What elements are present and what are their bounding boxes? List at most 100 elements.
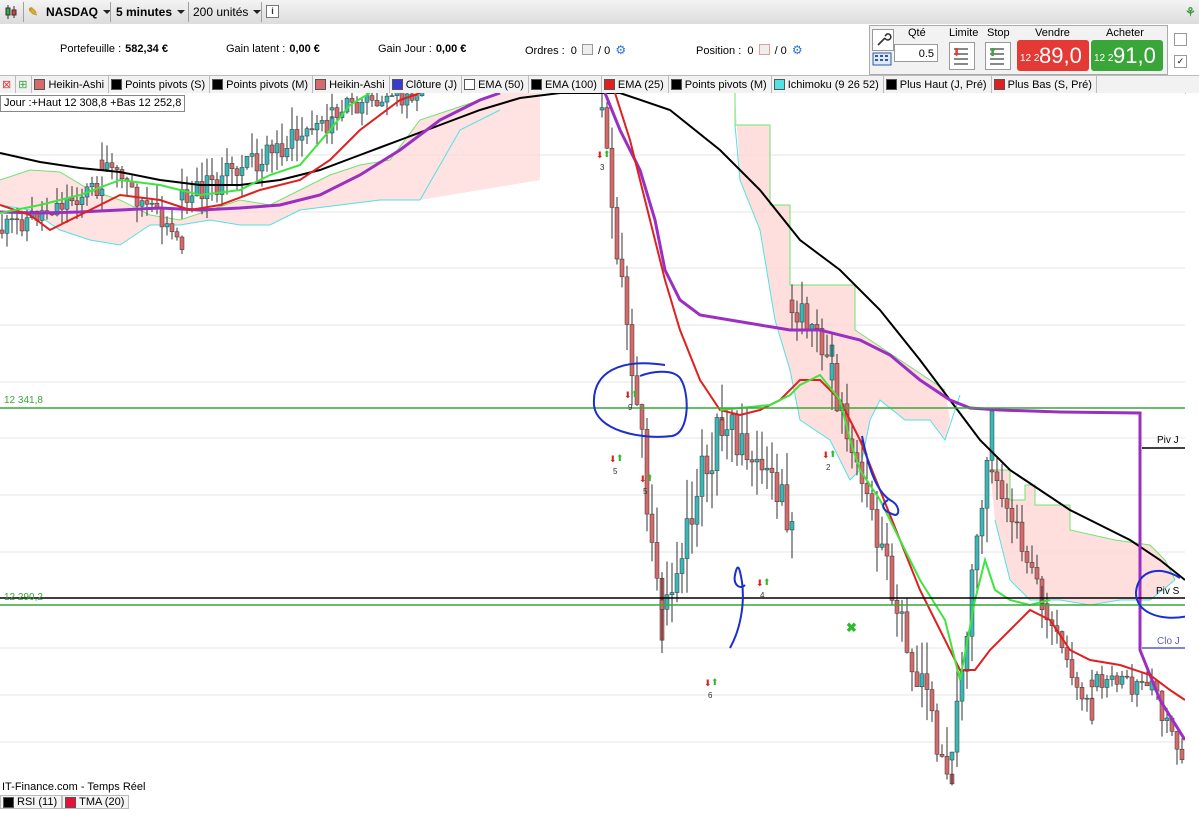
candle-body [404,93,410,106]
info-button[interactable]: i [266,2,279,21]
candle-body [984,460,990,509]
candle-body [319,120,325,124]
rsi-panel[interactable] [0,810,1199,829]
close-panel-button[interactable]: ⊠ [0,76,17,93]
cancel-orders-icon[interactable] [581,44,593,55]
keypad-icon[interactable] [872,51,892,67]
gear-icon[interactable]: ⚙ [615,43,626,57]
candle-body [244,156,250,168]
day-info-box: Jour :+Haut 12 308,8 +Bas 12 252,8 [0,95,186,112]
candles [0,93,1185,786]
stop-order-button[interactable]: ⬆ [985,42,1011,70]
candle-body [669,592,675,595]
indicator-tab[interactable]: Heikin-Ashi [32,76,110,93]
candle-body [689,518,695,525]
candle-body [784,484,790,531]
candle-body [384,95,390,103]
instrument-select[interactable]: NASDAQ [46,2,112,21]
candle-body [354,102,360,114]
candlestick-icon[interactable] [4,2,18,21]
candle-body [1094,674,1100,688]
option-checkbox-1[interactable] [1174,33,1187,46]
candle-body [829,363,835,381]
candle-body [974,535,980,571]
candle-body [189,195,195,203]
lower-indicator-tab[interactable]: TMA (20) [62,795,130,809]
indicator-tab[interactable]: Points pivots (M) [669,76,772,93]
candle-body [1109,675,1115,680]
indicator-tab[interactable]: Heikin-Ashi [313,76,390,93]
add-indicator-button[interactable]: ⊞ [16,76,33,93]
indicator-tab[interactable]: EMA (100) [529,76,602,93]
price-axis[interactable] [1186,93,1199,793]
buy-signal-icon: ⬆ [603,149,611,159]
candle-body [654,542,660,579]
candle-body [279,143,285,158]
indicator-tab[interactable]: Points pivots (S) [109,76,211,93]
buy-button[interactable]: 12 2 91,0 [1091,40,1163,71]
buy-price-big: 91,0 [1113,43,1156,68]
candle-body [1004,498,1010,509]
limit-order-button[interactable]: ⬇ [949,42,975,70]
candle-body [349,98,355,103]
buy-signal-icon: ⬆ [829,449,837,459]
candle-body [99,188,105,196]
signal-number: 5 [613,467,618,476]
candle-body [889,555,895,601]
sell-button[interactable]: 12 2 89,0 [1017,40,1089,71]
portfolio-stat: Portefeuille :582,34 € [60,43,168,55]
candle-body [104,162,110,170]
wrench-icon[interactable] [872,29,894,51]
price-label-1: 12 341,8 [4,395,43,406]
arrow-down-icon: ⬇ [952,47,962,59]
indicator-tab[interactable]: Plus Haut (J, Pré) [884,76,992,93]
units-select[interactable]: 200 unités [193,2,262,21]
candle-body [804,303,810,331]
indicator-tab[interactable]: EMA (25) [602,76,669,93]
detach-icon[interactable]: ⚘ [1185,2,1196,21]
candle-body [834,363,840,412]
indicator-tab[interactable]: Ichimoku (9 26 52) [772,76,884,93]
candle-body [619,258,625,278]
indicator-color-swatch [111,79,123,90]
candle-body [1119,675,1125,685]
candle-body [0,229,5,234]
candle-body [734,414,740,456]
price-chart[interactable]: ✖ ⬇ ⬆ 3 ⬇ ⬆ 9 ⬇ ⬆ 5 ⬇ ⬆ 5 ⬇ ⬆ 2 ⬇ ⬆ 4 ⬇ ⬆ 6 [0,93,1185,793]
candle-body [299,135,305,141]
timeframe-select[interactable]: 5 minutes [116,2,186,21]
option-checkbox-2[interactable]: ✓ [1174,55,1187,68]
indicator-tab[interactable]: Clôture (J) [390,76,463,93]
candle-body [789,521,795,531]
close-position-icon[interactable] [758,44,770,55]
indicator-color-swatch [212,79,224,90]
candle-body [169,223,175,232]
indicator-color-swatch [530,79,542,90]
candle-body [1069,659,1075,678]
qty-input[interactable]: 0.5 [894,44,938,62]
gear-icon[interactable]: ⚙ [792,43,803,57]
instrument-label: NASDAQ [46,4,99,19]
candle-body [894,600,900,614]
indicator-label: RSI (11) [17,796,58,808]
indicator-tab[interactable]: Points pivots (M) [210,76,314,93]
candle-body [724,429,730,436]
indicator-tab[interactable]: Plus Bas (S, Pré) [992,76,1097,93]
candle-body [1024,551,1030,563]
candle-body [899,611,905,614]
indicator-color-swatch [993,79,1005,90]
candle-body [609,147,615,208]
candle-body [929,689,935,712]
candle-body [359,102,365,114]
indicator-tab[interactable]: EMA (50) [462,76,529,93]
lower-indicator-tab[interactable]: RSI (11) [0,795,63,809]
buy-signal-icon: ⬆ [763,577,771,587]
candle-body [144,200,150,205]
candle-body [884,543,890,557]
candle-body [1014,521,1020,524]
indicator-color-swatch [885,79,897,90]
candle-body [414,95,420,101]
candle-body [694,496,700,525]
favorite-icon[interactable]: ✎ [28,2,38,21]
candle-body [939,753,945,757]
